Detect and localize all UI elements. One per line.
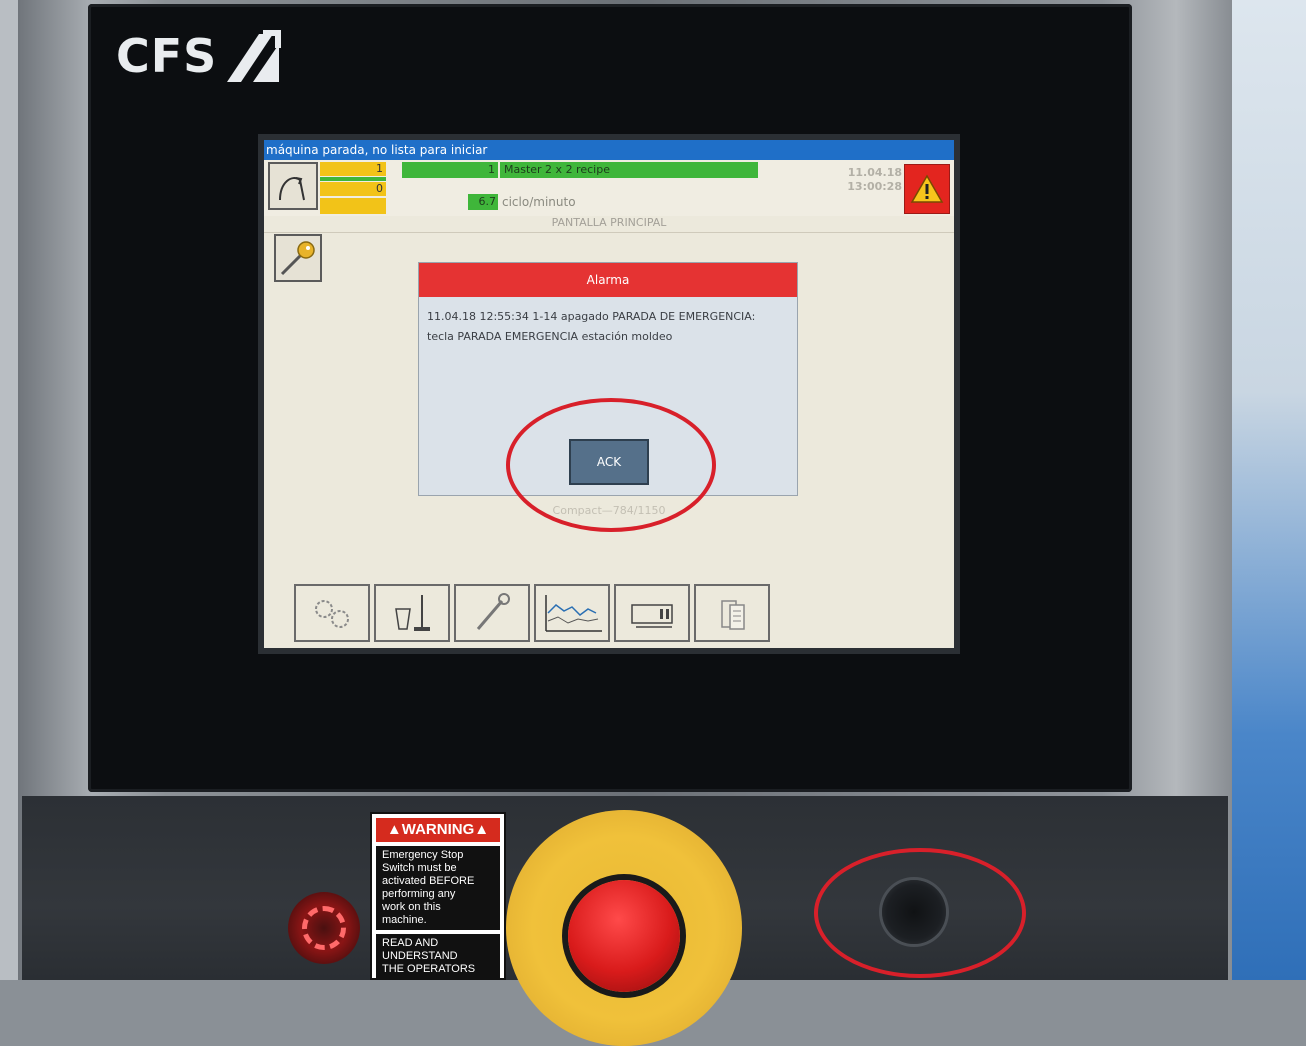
counter-divider [320, 177, 386, 181]
warning-line: THE OPERATORS [382, 963, 476, 975]
page-title: PANTALLA PRINCIPAL [264, 216, 954, 233]
toolbar-button-gears[interactable] [294, 584, 370, 642]
date-label: 11.04.18 [847, 166, 902, 179]
warning-line: Emergency Stop [382, 849, 464, 861]
emergency-stop-button[interactable] [568, 880, 680, 992]
documents-icon [721, 600, 745, 630]
warning-line: activated BEFORE [382, 875, 475, 887]
warning-line: UNDERSTAND [382, 950, 458, 962]
warning-line: READ AND [382, 937, 439, 949]
toolbar-button-trends[interactable] [534, 584, 610, 642]
machine-id-label: Compact—784/1150 [552, 504, 666, 517]
warning-label: ▲WARNING▲ Emergency Stop Switch must be … [370, 812, 506, 980]
warning-line: Switch must be [382, 862, 457, 874]
brand-mark-icon [227, 30, 282, 82]
warning-heading-text: WARNING [401, 821, 475, 838]
brand-logo: CFS [116, 26, 283, 86]
toolbar-button-maintenance[interactable] [454, 584, 530, 642]
alarm-dialog-title: Alarma [419, 263, 797, 297]
trend-chart-icon [545, 595, 602, 632]
alarm-message-line-1: 11.04.18 12:55:34 1-14 apagado PARADA DE… [427, 310, 756, 323]
datetime-display: 11.04.18 13:00:28 [830, 166, 902, 194]
bottom-toolbar [294, 584, 770, 644]
cleaning-icon [395, 595, 430, 631]
warning-text-block-2: READ AND UNDERSTAND THE OPERATORS [376, 934, 500, 978]
alarm-button[interactable] [904, 164, 950, 214]
background-wall-left [0, 0, 20, 980]
batch-count-bar: 1 [402, 162, 498, 178]
speed-value-bar: 6.7 [468, 194, 498, 210]
gears-icon [315, 600, 349, 628]
key-login-button[interactable] [274, 234, 322, 282]
warning-text-block: Emergency Stop Switch must be activated … [376, 846, 500, 930]
counter-top-bar: 1 [320, 162, 386, 176]
gauge-icon [279, 177, 305, 201]
toolbar-button-cleaning[interactable] [374, 584, 450, 642]
counter-bottom-bar: 0 [320, 182, 386, 196]
warning-heading: ▲WARNING▲ [376, 818, 500, 842]
home-button[interactable] [268, 162, 318, 210]
status-message-bar: máquina parada, no lista para iniciar [264, 140, 954, 160]
background-wall-right [1232, 0, 1306, 980]
brand-logo-text: CFS [116, 29, 218, 83]
warning-line: work on this [382, 901, 441, 913]
time-label: 13:00:28 [847, 180, 902, 193]
monitor-icon [631, 604, 673, 628]
alarm-message-line-2: tecla PARADA EMERGENCIA estación moldeo [427, 330, 673, 343]
hmi-screen: máquina parada, no lista para iniciar 1 … [264, 140, 954, 648]
toolbar-button-machine[interactable] [614, 584, 690, 642]
warning-line: performing any [382, 888, 456, 900]
warning-line: machine. [382, 914, 427, 926]
counter-third-bar [320, 198, 386, 214]
key-switch-highlight-circle [814, 848, 1026, 978]
indicator-light-ring [302, 906, 346, 950]
alarm-message: 11.04.18 12:55:34 1-14 apagado PARADA DE… [419, 297, 797, 347]
speed-unit-label: ciclo/minuto [502, 195, 576, 209]
key-icon [280, 241, 315, 276]
toolbar-button-documents[interactable] [694, 584, 770, 642]
recipe-name-bar[interactable]: Master 2 x 2 recipe [500, 162, 758, 178]
wrench-icon [476, 593, 510, 630]
warning-triangle-icon [910, 174, 944, 203]
